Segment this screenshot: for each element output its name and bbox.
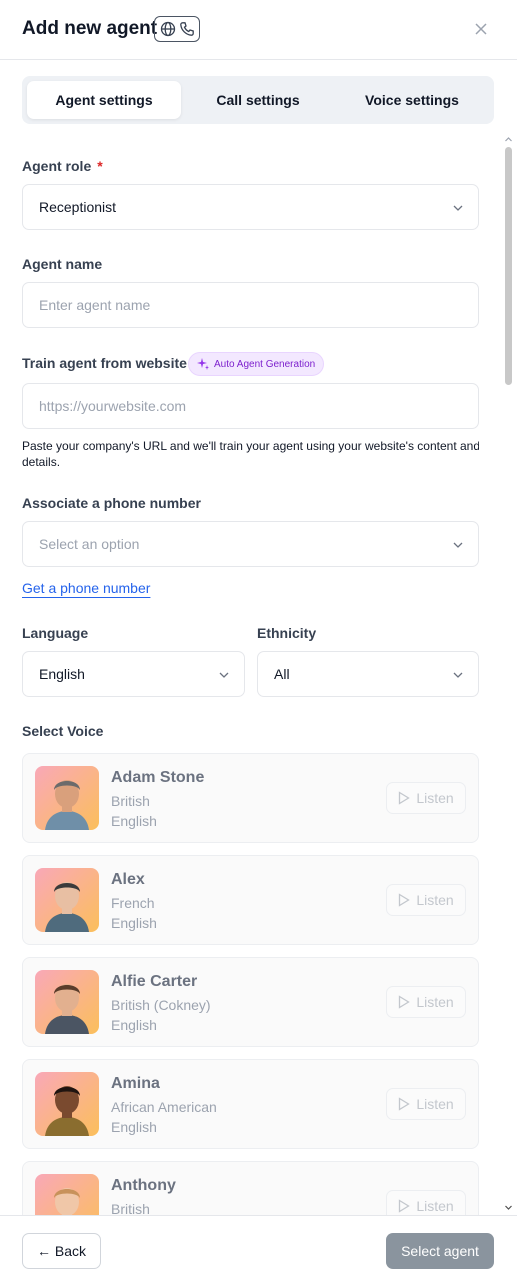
voice-name: Alex	[111, 871, 145, 888]
voice-language: English	[111, 813, 157, 829]
voice-card[interactable]: Alex French English Listen	[22, 855, 479, 945]
voice-language: English	[111, 915, 157, 931]
listen-button[interactable]: Listen	[386, 782, 466, 814]
back-button[interactable]: ← Back	[22, 1233, 101, 1269]
language-label: Language	[22, 625, 89, 641]
scrollbar[interactable]	[503, 134, 514, 1214]
sparkle-icon	[197, 358, 209, 370]
tab-voice-settings[interactable]: Voice settings	[335, 81, 489, 119]
play-icon	[399, 1199, 411, 1213]
play-icon	[399, 1097, 411, 1111]
listen-button[interactable]: Listen	[386, 1088, 466, 1120]
auto-generation-text: Auto Agent Generation	[214, 358, 316, 370]
phone-number-placeholder: Select an option	[39, 536, 140, 552]
train-website-label: Train agent from website	[22, 355, 187, 371]
voice-card[interactable]: AnthonyBritishEnglishListen	[22, 1161, 479, 1215]
listen-button[interactable]: Listen	[386, 1190, 466, 1215]
phone-number-label: Associate a phone number	[22, 495, 201, 511]
phone-icon	[179, 22, 194, 36]
ethnicity-select[interactable]: All	[257, 651, 479, 697]
play-icon	[399, 995, 411, 1009]
listen-label: Listen	[416, 790, 454, 806]
tab-call-settings[interactable]: Call settings	[181, 81, 335, 119]
voice-language: English	[111, 1017, 157, 1033]
listen-label: Listen	[416, 1096, 454, 1112]
tab-agent-settings[interactable]: Agent settings	[27, 81, 181, 119]
voice-name: Amina	[111, 1075, 160, 1092]
close-button[interactable]	[471, 19, 491, 39]
voice-avatar	[35, 868, 99, 932]
select-agent-button[interactable]: Select agent	[386, 1233, 494, 1269]
website-url-placeholder: https://yourwebsite.com	[39, 398, 187, 414]
chevron-down-icon	[453, 672, 463, 678]
ethnicity-label: Ethnicity	[257, 625, 317, 641]
form-content: Agent role * Receptionist Agent name Ente…	[22, 134, 479, 1215]
agent-name-input[interactable]: Enter agent name	[22, 282, 479, 328]
modal-footer: ← Back Select agent	[0, 1215, 517, 1284]
chevron-down-icon	[453, 205, 463, 211]
voice-avatar	[35, 1174, 99, 1215]
scroll-down-icon[interactable]	[505, 1204, 512, 1211]
agent-name-label: Agent name	[22, 256, 103, 272]
voice-accent: British	[111, 1201, 150, 1215]
voice-avatar	[35, 766, 99, 830]
website-url-input[interactable]: https://yourwebsite.com	[22, 383, 479, 429]
chevron-down-icon	[219, 672, 229, 678]
voice-name: Alfie Carter	[111, 973, 198, 990]
voice-card[interactable]: Alfie Carter British (Cokney) English Liste…	[22, 957, 479, 1047]
agent-role-value: Receptionist	[39, 199, 117, 215]
get-phone-number-link[interactable]: Get a phone number	[22, 580, 150, 596]
required-mark: *	[97, 158, 103, 174]
settings-tabs: Agent settings Call settings Voice setti…	[22, 76, 494, 124]
close-icon	[475, 23, 487, 35]
voice-name: Anthony	[111, 1177, 176, 1194]
scroll-up-icon[interactable]	[505, 136, 512, 143]
listen-button[interactable]: Listen	[386, 986, 466, 1018]
voice-avatar	[35, 970, 99, 1034]
scroll-thumb[interactable]	[505, 147, 512, 385]
modal-title: Add new agent	[22, 18, 158, 39]
listen-label: Listen	[416, 1198, 454, 1214]
voice-card[interactable]: Amina African American English Listen	[22, 1059, 479, 1149]
modal-header: Add new agent	[0, 0, 517, 60]
website-helper-text: Paste your company's URL and we'll train…	[22, 439, 479, 469]
language-value: English	[39, 666, 85, 682]
agent-role-label: Agent role *	[22, 158, 103, 174]
voice-accent: French	[111, 895, 155, 911]
listen-label: Listen	[416, 892, 454, 908]
listen-label: Listen	[416, 994, 454, 1010]
voice-accent: British (Cokney)	[111, 997, 211, 1013]
agent-name-placeholder: Enter agent name	[39, 297, 151, 313]
phone-number-select[interactable]: Select an option	[22, 521, 479, 567]
ethnicity-value: All	[274, 666, 290, 682]
agent-role-select[interactable]: Receptionist	[22, 184, 479, 230]
chevron-down-icon	[453, 542, 463, 548]
listen-button[interactable]: Listen	[386, 884, 466, 916]
voice-card[interactable]: Adam Stone British English Listen	[22, 753, 479, 843]
play-icon	[399, 893, 411, 907]
voice-name: Adam Stone	[111, 769, 205, 786]
globe-icon	[160, 21, 175, 37]
channel-badge	[154, 16, 200, 42]
voice-language: English	[111, 1119, 157, 1135]
language-select[interactable]: English	[22, 651, 245, 697]
play-icon	[399, 791, 411, 805]
voice-accent: African American	[111, 1099, 217, 1115]
voice-accent: British	[111, 793, 150, 809]
select-voice-label: Select Voice	[22, 723, 104, 739]
voice-avatar	[35, 1072, 99, 1136]
auto-generation-badge[interactable]: Auto Agent Generation	[188, 352, 325, 376]
